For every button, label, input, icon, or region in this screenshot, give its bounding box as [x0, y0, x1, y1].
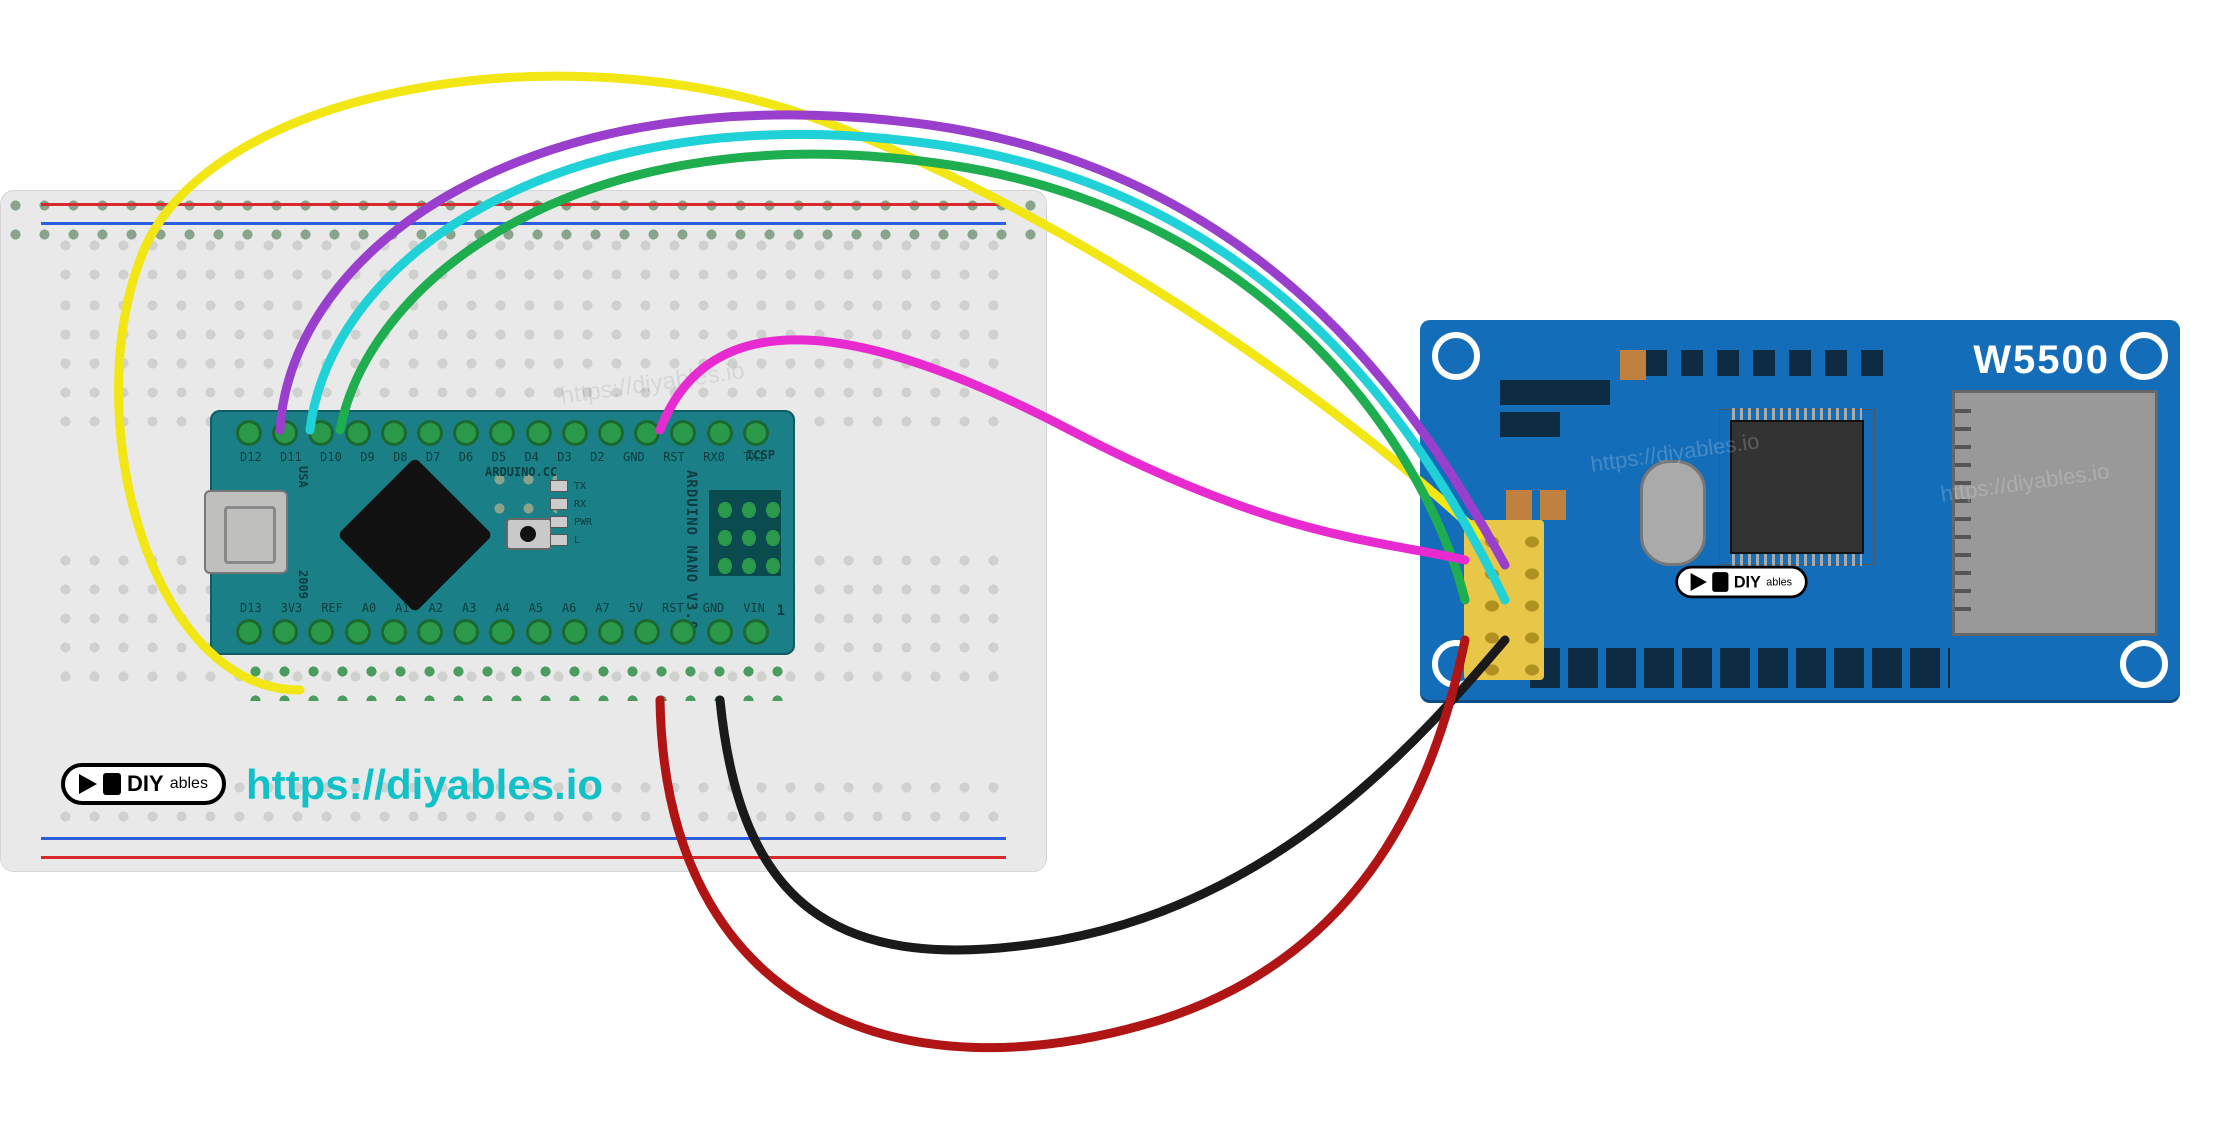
nano-pin [707, 420, 733, 446]
pin-label: D8 [393, 450, 407, 464]
diyables-logo: DIY ables [61, 763, 226, 805]
nano-pin [381, 619, 407, 645]
pin-label: A6 [562, 601, 576, 615]
pin-label: GND [703, 601, 725, 615]
usb-mini-port [204, 490, 288, 574]
crystal-oscillator [1640, 460, 1706, 566]
nano-pin [670, 619, 696, 645]
pin-label: GND [623, 450, 645, 464]
nano-pin [345, 619, 371, 645]
pin-label: 3V3 [281, 601, 303, 615]
w5500-module: W5500 DIY ables https://diyables.io http… [1420, 320, 2180, 700]
nano-pin [634, 619, 660, 645]
nano-pin [345, 420, 371, 446]
pin1-marker: 1 [777, 603, 785, 619]
nano-year: 2009 [296, 570, 310, 599]
nano-labels-top: D12D11D10D9D8D7D6D5D4D3D2GNDRSTRX0TX1 [240, 450, 765, 464]
nano-usa: USA [296, 466, 310, 488]
pin-label: A1 [395, 601, 409, 615]
pin-label: D6 [459, 450, 473, 464]
pin-label: A3 [462, 601, 476, 615]
pin-label: RST [662, 601, 684, 615]
nano-pin [236, 619, 262, 645]
nano-pin [743, 420, 769, 446]
w5500-title: W5500 [1973, 338, 2110, 383]
pin-label: RX0 [703, 450, 725, 464]
pin-label: D4 [524, 450, 538, 464]
nano-pin [634, 420, 660, 446]
rj45-ethernet-jack[interactable] [1952, 390, 2158, 636]
nano-pin [308, 420, 334, 446]
pin-label: D5 [492, 450, 506, 464]
pin-label: D7 [426, 450, 440, 464]
pin-label: RST [663, 450, 685, 464]
icsp-label: ICSP [746, 448, 775, 462]
diyables-logo-small: DIY ables [1675, 566, 1807, 598]
nano-labels-bottom: D13 3V3 REF A0 A1 A2 A3 A4 A5 A6 A7 5V RST GND VIN [240, 601, 765, 615]
pin-label: A2 [429, 601, 443, 615]
nano-pin [526, 619, 552, 645]
pin-label: D10 [320, 450, 342, 464]
nano-pin [598, 420, 624, 446]
pin-label: REF [321, 601, 343, 615]
logo-light: ables [170, 775, 208, 793]
icsp-header [709, 490, 781, 576]
pin-label: D12 [240, 450, 262, 464]
arduino-nano: D12D11D10D9D8D7D6D5D4D3D2GNDRSTRX0TX1 AR… [210, 410, 795, 655]
nano-pin [670, 420, 696, 446]
nano-pin [707, 619, 733, 645]
nano-pin [417, 619, 443, 645]
nano-pin [489, 619, 515, 645]
nano-pin [453, 420, 479, 446]
nano-pin [272, 619, 298, 645]
nano-led-labels: TXRXPWRL [550, 480, 592, 546]
nano-pin [308, 619, 334, 645]
nano-pin [417, 420, 443, 446]
nano-pins-bottom [236, 619, 769, 645]
pin-label: A7 [595, 601, 609, 615]
nano-brand: ARDUINO.CC [485, 465, 557, 523]
nano-pin [562, 619, 588, 645]
nano-pin [562, 420, 588, 446]
nano-pin [453, 619, 479, 645]
pin-label: D3 [557, 450, 571, 464]
pin-label: VIN [743, 601, 765, 615]
pin-label: A5 [529, 601, 543, 615]
source-url[interactable]: https://diyables.io [246, 761, 603, 809]
nano-pin [526, 420, 552, 446]
pin-label: D9 [360, 450, 374, 464]
w5500-pin-header [1464, 520, 1544, 680]
pin-label: A4 [495, 601, 509, 615]
nano-pin [236, 420, 262, 446]
nano-pin [489, 420, 515, 446]
atmega-chip [337, 457, 493, 613]
pin-label: A0 [362, 601, 376, 615]
nano-pin [743, 619, 769, 645]
nano-pins-top [236, 420, 769, 446]
pin-label: D2 [590, 450, 604, 464]
logo-strong: DIY [127, 771, 164, 797]
nano-pin [381, 420, 407, 446]
nano-pin [598, 619, 624, 645]
pin-label: D11 [280, 450, 302, 464]
pin-label: 5V [629, 601, 643, 615]
nano-pin [272, 420, 298, 446]
pin-label: D13 [240, 601, 262, 615]
